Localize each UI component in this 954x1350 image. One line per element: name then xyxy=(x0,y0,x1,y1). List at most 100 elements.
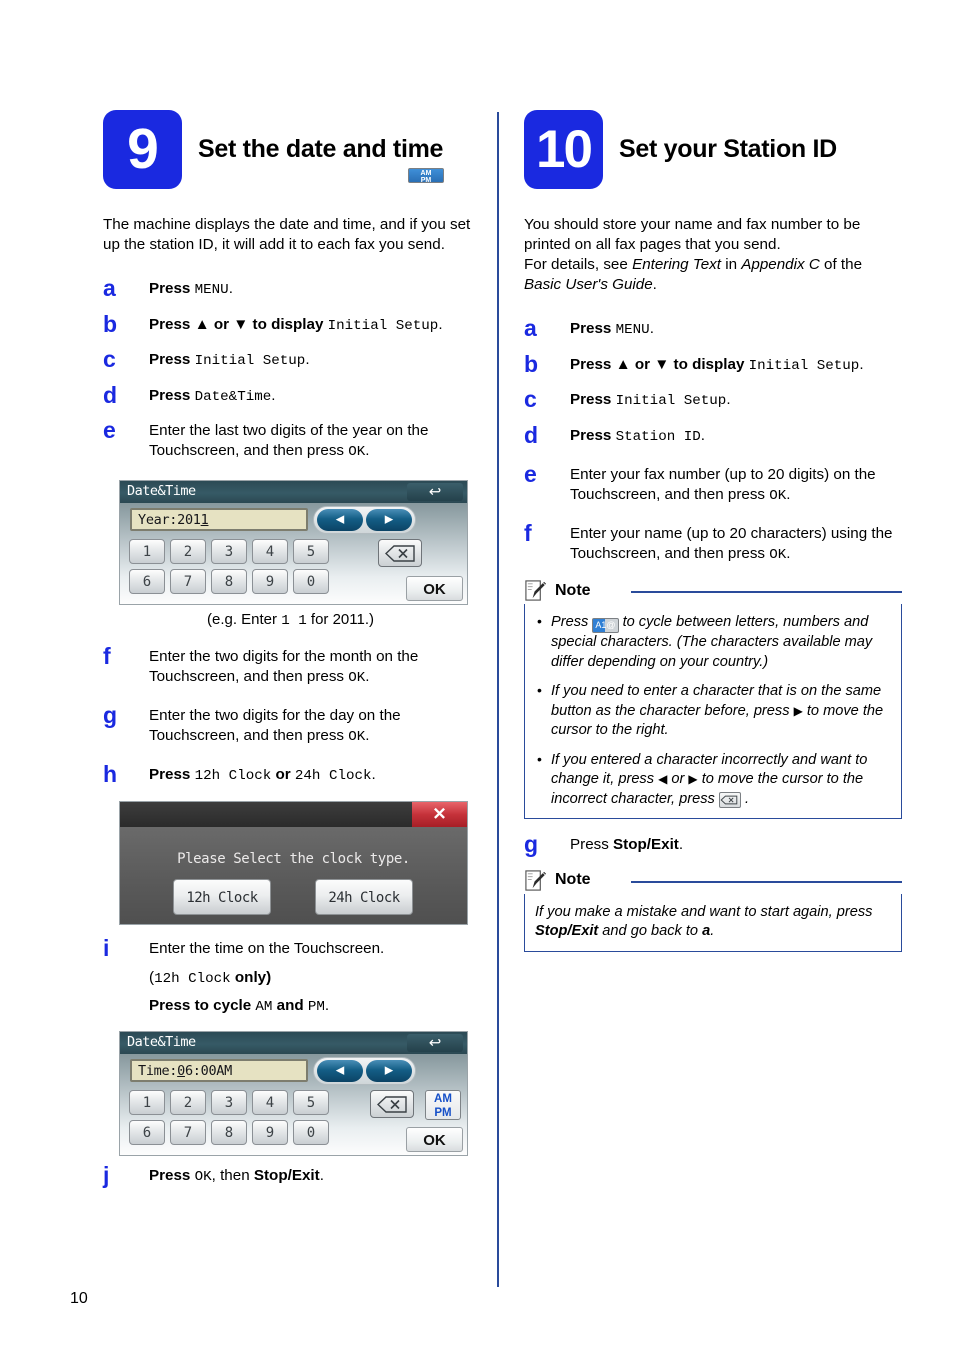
and-label: and xyxy=(272,996,308,1014)
key-9[interactable]: 9 xyxy=(252,1120,288,1145)
step-10e-pre: Enter your fax number (up to 20 digits) … xyxy=(570,466,876,503)
left-arrow-icon: ◀ xyxy=(335,1064,345,1077)
note-2-body: If you make a mistake and want to start … xyxy=(524,893,902,952)
clock-12h-value: 12h Clock xyxy=(194,768,272,784)
ok-value: OK xyxy=(348,669,366,686)
period: . xyxy=(365,667,370,685)
lcd-right-arrow-button[interactable]: ▶ xyxy=(366,1060,412,1082)
lcd-right-arrow-button[interactable]: ▶ xyxy=(366,509,412,531)
dialog-12h-clock-button[interactable]: 12h Clock xyxy=(173,878,271,915)
intro-end: . xyxy=(652,276,657,293)
step-10-list-2: g Press Stop/Exit. xyxy=(524,831,902,857)
note2-mid: and go back to xyxy=(598,923,703,939)
key-7[interactable]: 7 xyxy=(170,569,206,594)
ok-value: OK xyxy=(348,728,366,745)
step-9c-text: Press Initial Setup. xyxy=(149,350,310,372)
lcd-title-text: Date&Time xyxy=(127,1034,196,1050)
step-9h-text: Press 12h Clock or 24h Clock. xyxy=(149,765,376,787)
lcd-backspace-button[interactable] xyxy=(378,539,422,567)
ok-value: OK xyxy=(194,1169,212,1185)
time-cursor-digit: 0 xyxy=(177,1063,185,1079)
key-6[interactable]: 6 xyxy=(129,1120,165,1145)
key-0[interactable]: 0 xyxy=(293,1120,329,1145)
lcd-ok-button[interactable]: OK xyxy=(406,576,463,601)
lcd-title-bar: Date&Time ↩ xyxy=(120,1032,467,1054)
step-9b: b Press ▲ or ▼ to display Initial Setup. xyxy=(103,312,478,337)
initial-setup-value: Initial Setup xyxy=(748,357,860,374)
key-5[interactable]: 5 xyxy=(293,1090,329,1115)
keypad-row-1: 1 2 3 4 5 xyxy=(129,539,329,564)
step-letter-f: f xyxy=(103,643,111,669)
step-letter-j: j xyxy=(103,1162,110,1188)
step-letter-a: a xyxy=(103,275,116,301)
key-7[interactable]: 7 xyxy=(170,1120,206,1145)
bullet1-pre: Press xyxy=(551,614,593,630)
step-9i-line1: Enter the time on the Touchscreen. xyxy=(149,939,385,957)
note-1-label: Note xyxy=(555,581,591,599)
year-label: Year:201 xyxy=(138,512,201,528)
step-9b-text: Press ▲ or ▼ to display Initial Setup. xyxy=(149,315,443,337)
am-label: AM xyxy=(434,1093,452,1105)
step-10a-text: Press MENU. xyxy=(570,319,654,341)
keypad-row-2: 6 7 8 9 0 xyxy=(129,569,329,594)
period: . xyxy=(365,441,370,459)
dialog-24h-clock-button[interactable]: 24h Clock xyxy=(315,878,413,915)
note-box-2: Note If you make a mistake and want to s… xyxy=(524,869,902,952)
step-9-list: a Press MENU. b Press ▲ or ▼ to display … xyxy=(103,275,478,462)
key-1[interactable]: 1 xyxy=(129,1090,165,1115)
key-5[interactable]: 5 xyxy=(293,539,329,564)
step-10b: b Press ▲ or ▼ to display Initial Setup. xyxy=(524,352,902,377)
year-example-caption: (e.g. Enter 1 1 for 2011.) xyxy=(103,611,478,629)
step-10e: e Enter your fax number (up to 20 digits… xyxy=(524,463,902,506)
lcd-back-button[interactable]: ↩ xyxy=(407,1034,463,1052)
step-letter-g: g xyxy=(524,831,539,857)
right-arrow-icon: ▶ xyxy=(384,1064,394,1077)
step-letter-h: h xyxy=(103,761,118,787)
key-2[interactable]: 2 xyxy=(170,1090,206,1115)
step-9e-pre: Enter the last two digits of the year on… xyxy=(149,422,429,459)
note-pencil-icon xyxy=(525,580,547,601)
lcd-back-button[interactable]: ↩ xyxy=(407,483,463,501)
note-1-body: Press A1@ to cycle between letters, numb… xyxy=(524,604,902,819)
lcd-left-arrow-button[interactable]: ◀ xyxy=(317,1060,363,1082)
key-3[interactable]: 3 xyxy=(211,539,247,564)
lcd-keypad: 1 2 3 4 5 6 7 8 9 0 xyxy=(129,1090,329,1150)
key-2[interactable]: 2 xyxy=(170,539,206,564)
key-3[interactable]: 3 xyxy=(211,1090,247,1115)
menu-value: MENU xyxy=(615,322,650,338)
step-10-intro-line2: For details, see Entering Text in Append… xyxy=(524,255,902,295)
key-1[interactable]: 1 xyxy=(129,539,165,564)
lcd-backspace-button[interactable] xyxy=(370,1090,414,1118)
key-6[interactable]: 6 xyxy=(129,569,165,594)
key-0[interactable]: 0 xyxy=(293,569,329,594)
lcd-keypad: 1 2 3 4 5 6 7 8 9 0 xyxy=(129,539,329,599)
step-letter-g: g xyxy=(103,702,118,728)
lcd-year-field[interactable]: Year:2011 xyxy=(130,508,308,531)
step-9-list-4: j Press OK, then Stop/Exit. xyxy=(103,1162,478,1188)
lcd-ok-button[interactable]: OK xyxy=(406,1127,463,1152)
lcd-am-pm-button[interactable]: AM PM xyxy=(425,1090,461,1120)
station-id-value: Station ID xyxy=(615,428,701,445)
key-4[interactable]: 4 xyxy=(252,539,288,564)
note2-pre: If you make a mistake and want to start … xyxy=(535,903,873,920)
lcd-time-field[interactable]: Time:06:00AM xyxy=(130,1059,308,1082)
dialog-message: Please Select the clock type. xyxy=(177,850,410,867)
step-letter-d: d xyxy=(524,421,539,448)
key-8[interactable]: 8 xyxy=(211,569,247,594)
key-4[interactable]: 4 xyxy=(252,1090,288,1115)
pm-label: PM xyxy=(434,1107,452,1119)
key-9[interactable]: 9 xyxy=(252,569,288,594)
dialog-close-button[interactable]: ✕ xyxy=(412,801,467,827)
lcd-nav-pill: ◀ ▶ xyxy=(313,1057,416,1085)
caption-post: for 2011.) xyxy=(306,611,374,628)
step-10-intro-line1: You should store your name and fax numbe… xyxy=(524,216,861,253)
period: . xyxy=(859,355,864,373)
period: . xyxy=(786,485,791,503)
key-8[interactable]: 8 xyxy=(211,1120,247,1145)
note-1-bullet-1: Press A1@ to cycle between letters, numb… xyxy=(537,612,891,672)
lcd-nav-pill: ◀ ▶ xyxy=(313,506,416,534)
stop-exit-label: Stop/Exit xyxy=(535,923,599,939)
step-letter-e: e xyxy=(103,417,116,443)
lcd-left-arrow-button[interactable]: ◀ xyxy=(317,509,363,531)
back-arrow-icon: ↩ xyxy=(428,1034,442,1052)
